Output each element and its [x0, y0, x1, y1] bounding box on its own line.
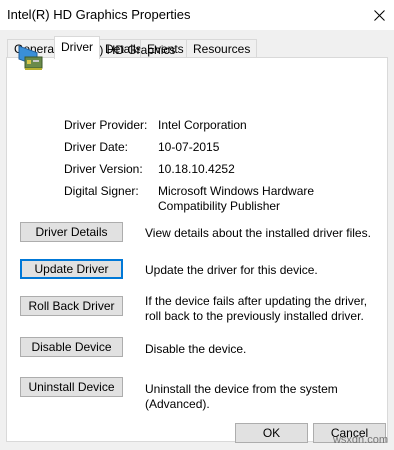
digital-signer-value: Microsoft Windows Hardware Compatibility… [158, 184, 315, 213]
tab-strip: General Driver Details Events Resources [7, 36, 387, 59]
title-bar: Intel(R) HD Graphics Properties [0, 0, 394, 30]
driver-provider-label: Driver Provider: [64, 118, 148, 132]
disable-device-button[interactable]: Disable Device [20, 337, 123, 357]
close-icon [373, 9, 385, 21]
digital-signer-label: Digital Signer: [64, 184, 139, 198]
driver-date-label: Driver Date: [64, 140, 129, 154]
display-adapter-icon [18, 45, 43, 70]
disable-device-description: Disable the device. [145, 342, 247, 356]
uninstall-device-button[interactable]: Uninstall Device [20, 377, 123, 397]
driver-details-button[interactable]: Driver Details [20, 222, 123, 242]
tab-resources[interactable]: Resources [186, 39, 258, 58]
update-driver-button[interactable]: Update Driver [20, 259, 123, 279]
roll-back-driver-button[interactable]: Roll Back Driver [20, 296, 123, 316]
driver-date-value: 10-07-2015 [158, 140, 220, 154]
tab-driver[interactable]: Driver [54, 36, 100, 59]
driver-details-description: View details about the installed driver … [145, 226, 371, 240]
roll-back-driver-description: If the device fails after updating the d… [145, 294, 368, 323]
watermark: wsxdn.com [332, 434, 388, 446]
close-button[interactable] [364, 0, 394, 30]
ok-button[interactable]: OK [235, 423, 308, 443]
window-title: Intel(R) HD Graphics Properties [7, 7, 191, 22]
driver-version-label: Driver Version: [64, 162, 143, 176]
driver-provider-value: Intel Corporation [158, 118, 247, 132]
uninstall-device-description: Uninstall the device from the system (Ad… [145, 382, 338, 411]
update-driver-description: Update the driver for this device. [145, 263, 318, 277]
driver-version-value: 10.18.10.4252 [158, 162, 235, 176]
